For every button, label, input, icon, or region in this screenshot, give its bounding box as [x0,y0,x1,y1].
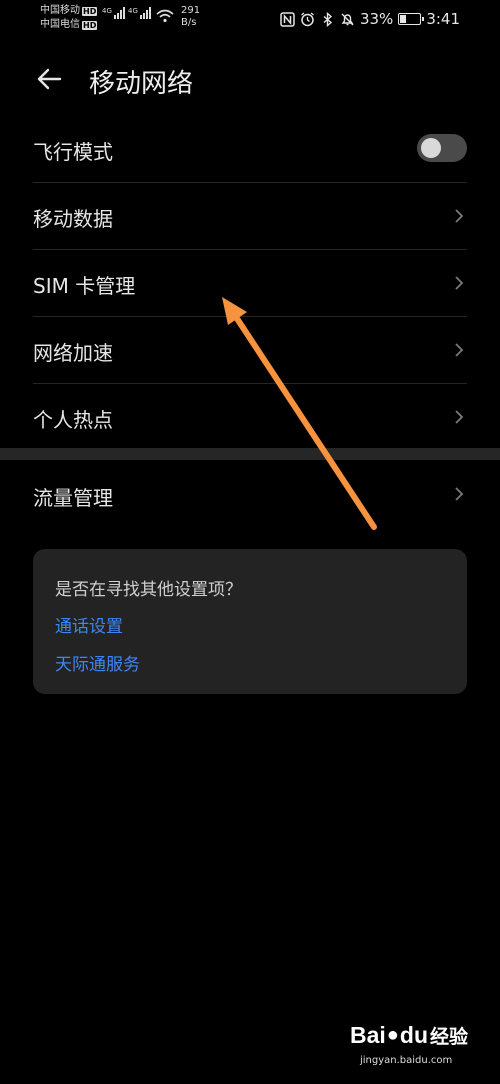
data-usage-label: 流量管理 [33,486,113,510]
battery-fill [400,15,407,23]
mobile-data-label: 移动数据 [33,207,113,231]
carrier-2: 中国电信 [40,19,80,30]
sim-management-label: SIM 卡管理 [33,274,136,298]
chevron-right-icon [455,410,464,424]
signal-icon-2: 4G [128,7,151,19]
airplane-mode-label: 飞行模式 [33,140,113,164]
battery-percent: 33% [359,10,394,28]
airplane-mode-toggle[interactable] [417,134,467,162]
carrier-1: 中国移动 [40,5,80,16]
carrier-info: 中国移动 HD 中国电信 HD [40,4,98,32]
battery-icon [398,13,425,25]
paw-icon: ● [386,1024,399,1046]
airplane-mode-row[interactable]: 飞行模式 [33,116,467,183]
net-speed-unit: B/s [181,17,197,28]
status-bar: 中国移动 HD 中国电信 HD 4G 4G 291 B/s 33% 3:41 [0,0,500,40]
baidu-logo: Bai ● du 经验 [350,1022,469,1048]
baidu-watermark: Bai ● du 经验 jingyan.baidu.com [350,1022,470,1072]
network-boost-label: 网络加速 [33,341,113,365]
hotspot-label: 个人热点 [33,408,113,432]
suggestion-card: 是否在寻找其他设置项？ 通话设置 天际通服务 [33,549,467,694]
chevron-right-icon [455,276,464,290]
call-settings-link[interactable]: 通话设置 [55,612,123,637]
net-speed-value: 291 [181,5,201,16]
chevron-right-icon [455,487,464,501]
alarm-icon [301,11,314,26]
watermark-url: jingyan.baidu.com [360,1055,453,1066]
net-speed: 291 B/s [181,5,200,29]
hd-badge-2: HD [82,20,98,30]
nfc-icon [280,11,295,27]
mobile-data-row[interactable]: 移动数据 [33,183,467,250]
chevron-right-icon [455,343,464,357]
suggestion-question: 是否在寻找其他设置项？ [55,580,242,600]
net-type-2: 4G [128,7,138,15]
system-status: 33% 3:41 [280,10,460,28]
data-usage-row[interactable]: 流量管理 [33,460,467,528]
app-header: 移动网络 [0,54,500,104]
skytone-service-link[interactable]: 天际通服务 [55,650,140,675]
bluetooth-icon [323,11,333,27]
chevron-right-icon [455,209,464,223]
section-divider [0,448,500,460]
settings-list: 飞行模式 移动数据 SIM 卡管理 网络加速 个人热点 [33,116,467,450]
sim-management-row[interactable]: SIM 卡管理 [33,250,467,317]
page-title: 移动网络 [89,69,194,99]
arrow-left-icon[interactable] [34,64,64,94]
hotspot-row[interactable]: 个人热点 [33,384,467,450]
toggle-knob [421,138,441,158]
clock: 3:41 [426,10,460,28]
net-type-1: 4G [102,7,112,15]
network-boost-row[interactable]: 网络加速 [33,317,467,384]
signal-icon-1: 4G [102,7,125,19]
hd-badge-1: HD [82,6,98,16]
wifi-icon [156,9,174,23]
mute-bell-icon [341,13,354,25]
